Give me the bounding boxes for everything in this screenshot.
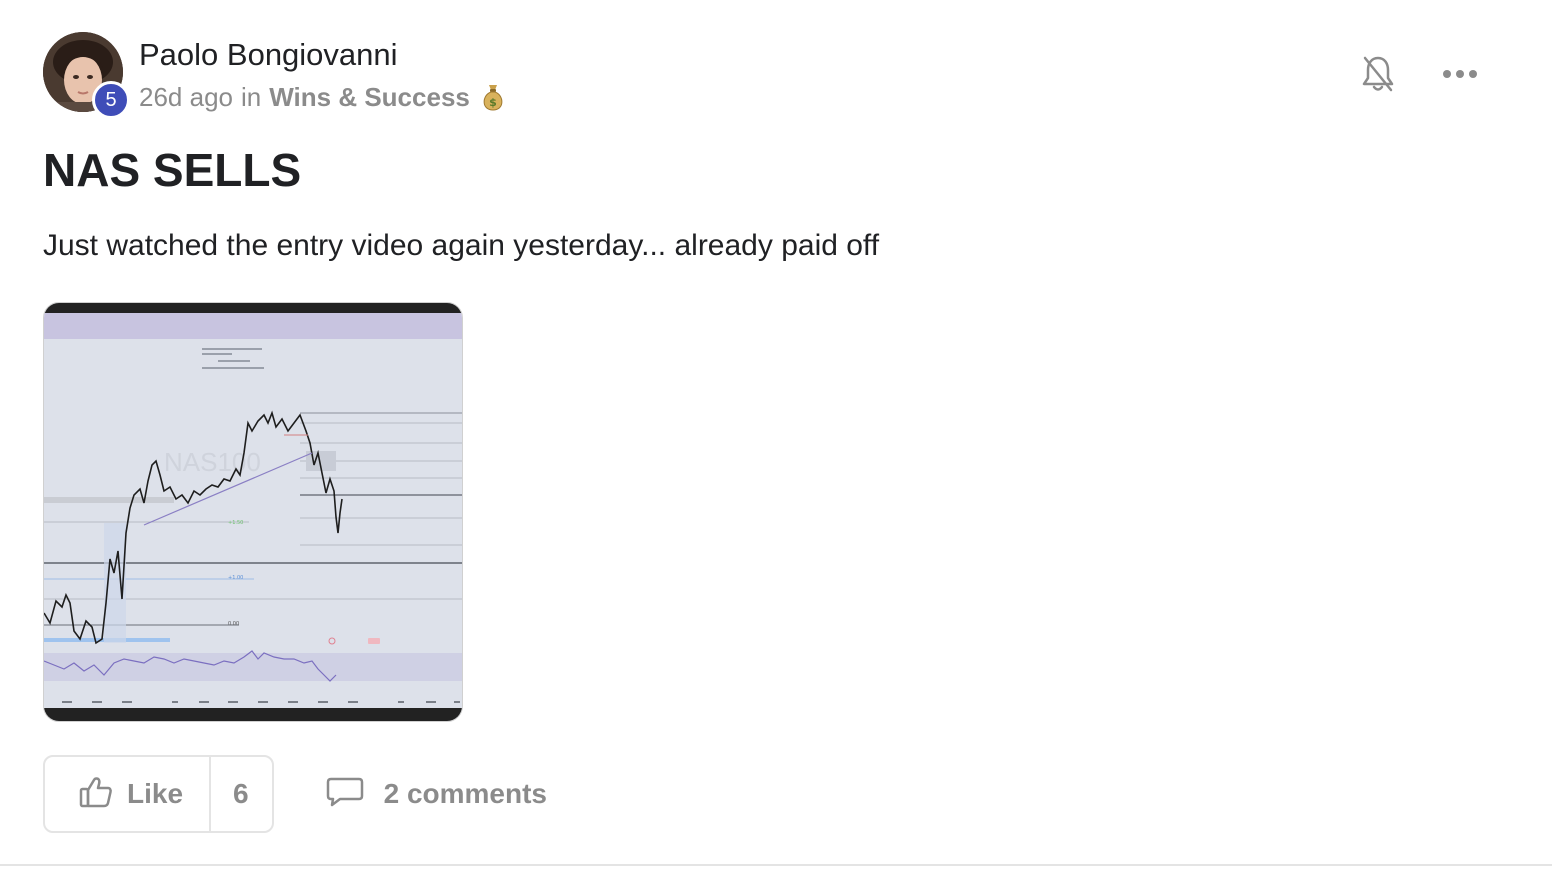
post-title: NAS SELLS xyxy=(43,144,302,196)
more-horizontal-icon[interactable] xyxy=(1440,52,1480,96)
like-group: Like 6 xyxy=(43,755,274,833)
svg-text:$: $ xyxy=(489,96,497,109)
author-avatar-wrap[interactable]: 5 xyxy=(43,32,130,119)
post-attachment-image[interactable]: NAS100 +1.50 +1.00 0.00 xyxy=(43,302,463,722)
thumbs-up-icon xyxy=(79,776,113,813)
category-link[interactable]: Wins & Success xyxy=(269,80,470,114)
like-label: Like xyxy=(127,778,184,809)
like-count: 6 xyxy=(233,778,249,809)
bell-off-icon[interactable] xyxy=(1358,52,1398,96)
post-header: 5 Paolo Bongiovanni 26d ago in Wins & Su… xyxy=(43,32,506,122)
svg-text:+1.00: +1.00 xyxy=(228,575,243,581)
level-badge: 5 xyxy=(92,81,130,119)
comments-label: 2 comments xyxy=(383,778,548,809)
post-footer: Like 6 2 comments xyxy=(43,754,547,834)
post-time: 26d ago xyxy=(139,82,233,112)
svg-text:0.00: 0.00 xyxy=(228,621,239,627)
post-meta: Paolo Bongiovanni 26d ago in Wins & Succ… xyxy=(139,32,506,114)
chart-watermark: NAS100 xyxy=(164,447,261,477)
chart-screenshot-thumbnail: NAS100 +1.50 +1.00 0.00 xyxy=(44,303,462,721)
post-card: 5 Paolo Bongiovanni 26d ago in Wins & Su… xyxy=(0,0,1552,866)
comments-button[interactable]: 2 comments xyxy=(326,776,547,813)
post-top-actions xyxy=(1358,52,1480,96)
like-count-button[interactable]: 6 xyxy=(209,757,272,831)
in-label: in xyxy=(240,82,262,112)
svg-text:+1.50: +1.50 xyxy=(228,520,243,526)
comment-icon xyxy=(326,776,364,813)
post-subline: 26d ago in Wins & Success $ xyxy=(139,80,506,114)
author-name[interactable]: Paolo Bongiovanni xyxy=(139,36,506,74)
post-body: Just watched the entry video again yeste… xyxy=(43,229,880,262)
money-bag-icon: $ xyxy=(480,82,506,112)
like-button[interactable]: Like xyxy=(45,757,209,831)
